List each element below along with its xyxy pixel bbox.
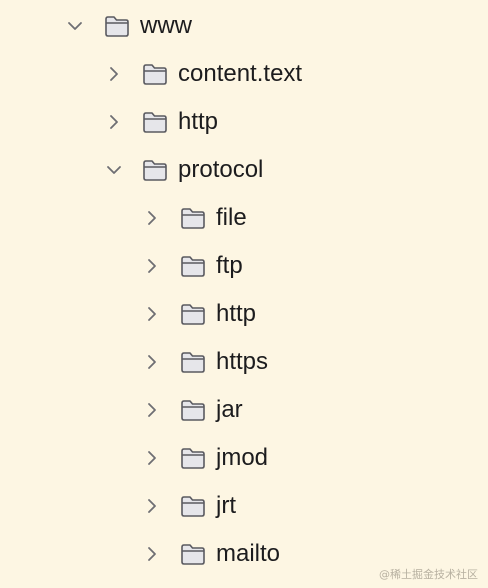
- chevron-right-icon[interactable]: [144, 306, 160, 322]
- chevron-down-icon[interactable]: [106, 162, 122, 178]
- tree-item-content-text[interactable]: content.text: [0, 54, 488, 94]
- folder-icon: [181, 448, 205, 469]
- watermark: @稀土掘金技术社区: [379, 568, 478, 581]
- chevron-down-icon[interactable]: [67, 18, 83, 34]
- folder-icon: [143, 64, 167, 85]
- folder-icon: [143, 112, 167, 133]
- tree-item-label: jar: [216, 396, 243, 423]
- folder-icon: [105, 16, 129, 37]
- tree-item-label: file: [216, 204, 247, 231]
- tree-item-protocol[interactable]: protocol: [0, 150, 488, 190]
- tree-item-http[interactable]: http: [0, 294, 488, 334]
- tree-item-label: jmod: [216, 444, 269, 471]
- chevron-right-icon[interactable]: [144, 354, 160, 370]
- project-tree: www content.text http protocol file ftp …: [0, 0, 488, 588]
- folder-icon: [181, 352, 205, 373]
- folder-icon: [143, 160, 167, 181]
- chevron-right-icon[interactable]: [144, 258, 160, 274]
- chevron-right-icon[interactable]: [144, 402, 160, 418]
- tree-item-http[interactable]: http: [0, 102, 488, 142]
- folder-icon: [181, 304, 205, 325]
- chevron-right-icon[interactable]: [144, 498, 160, 514]
- chevron-right-icon[interactable]: [144, 210, 160, 226]
- tree-item-label: ftp: [216, 252, 243, 279]
- folder-icon: [181, 496, 205, 517]
- tree-item-www[interactable]: www: [0, 6, 488, 46]
- chevron-right-icon[interactable]: [144, 450, 160, 466]
- chevron-right-icon[interactable]: [106, 66, 122, 82]
- folder-icon: [181, 256, 205, 277]
- tree-item-jmod[interactable]: jmod: [0, 438, 488, 478]
- tree-item-ftp[interactable]: ftp: [0, 246, 488, 286]
- tree-item-jrt[interactable]: jrt: [0, 486, 488, 526]
- chevron-right-icon[interactable]: [144, 546, 160, 562]
- tree-item-label: mailto: [216, 540, 281, 567]
- tree-item-https[interactable]: https: [0, 342, 488, 382]
- folder-icon: [181, 400, 205, 421]
- tree-item-label: http: [178, 108, 219, 135]
- chevron-right-icon[interactable]: [106, 114, 122, 130]
- tree-item-file[interactable]: file: [0, 198, 488, 238]
- folder-icon: [181, 544, 205, 565]
- tree-item-label: http: [216, 300, 257, 327]
- tree-item-label: www: [140, 12, 192, 39]
- tree-item-label: content.text: [178, 60, 303, 87]
- tree-item-jar[interactable]: jar: [0, 390, 488, 430]
- tree-item-label: https: [216, 348, 269, 375]
- tree-item-label: jrt: [216, 492, 236, 519]
- folder-icon: [181, 208, 205, 229]
- tree-item-label: protocol: [178, 156, 264, 183]
